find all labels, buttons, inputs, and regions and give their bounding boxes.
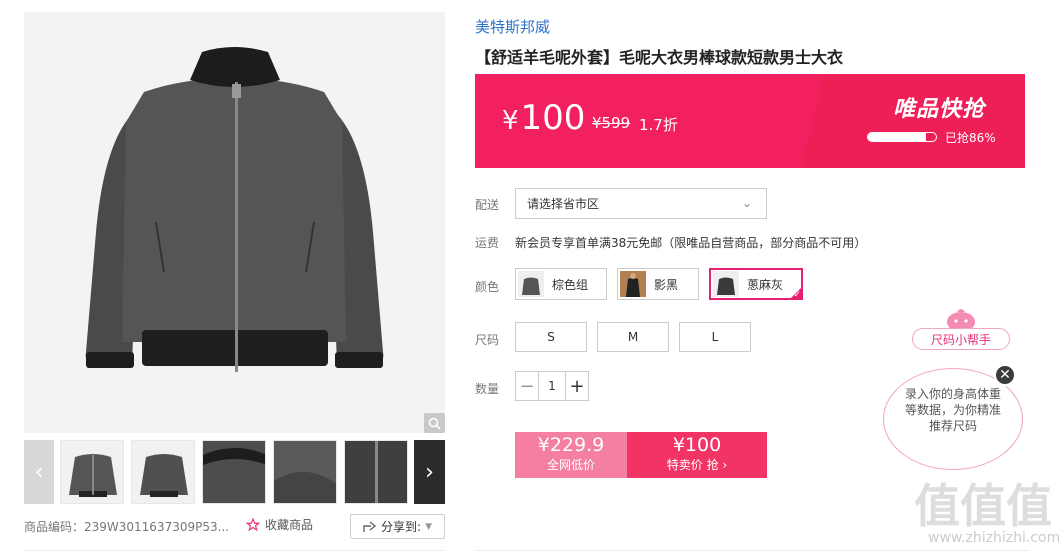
market-price: ¥229.9 [537, 434, 605, 456]
color-option-gray-selected[interactable]: 蔥麻灰 ✓ [709, 268, 803, 300]
quantity-stepper: − 1 + [515, 371, 589, 401]
product-sku: 商品编码：239W3011637309P53... [24, 520, 230, 534]
current-price: ¥100 [502, 98, 586, 138]
size-option-s[interactable]: S [515, 322, 587, 352]
color-label: 颜色 [475, 280, 500, 294]
delivery-label: 配送 [475, 198, 500, 212]
color-option-label: 影黑 [654, 277, 679, 292]
share-icon [363, 520, 377, 532]
market-price-label: 全网低价 [546, 458, 595, 472]
color-option-black[interactable]: 影黑 [617, 268, 699, 300]
shipping-info: 新会员专享首单满38元免邮（限唯品自营商品，部分商品不可用） [515, 236, 867, 250]
price-banner: ¥100 ¥599 1.7折 唯品快抢 已抢86% [475, 74, 1025, 168]
color-option-label: 蔥麻灰 [747, 277, 784, 292]
product-title: 【舒适羊毛呢外套】毛呢大衣男棒球款短款男士大衣 [475, 48, 844, 67]
special-price: ¥100 [672, 434, 722, 456]
buy-special-price-button[interactable]: ¥100 特卖价 抢 › [627, 432, 767, 478]
quantity-plus-button[interactable]: + [566, 372, 588, 400]
thumbnail-4[interactable] [273, 440, 337, 504]
divider [475, 550, 1030, 551]
size-helper-text: 录入你的身高体重等数据，为你精准推荐尺码 [905, 387, 1002, 433]
size-helper-tag[interactable]: 尺码小帮手 [912, 328, 1010, 350]
chevron-down-icon: ⌄ [741, 196, 752, 210]
quantity-input[interactable]: 1 [538, 372, 566, 400]
region-placeholder: 请选择省市区 [527, 197, 600, 211]
color-option-label: 棕色组 [552, 277, 589, 292]
thumbnail-1[interactable] [60, 440, 124, 504]
divider [24, 550, 445, 551]
size-label: 尺码 [475, 333, 500, 347]
flash-sale-title: 唯品快抢 [893, 97, 986, 122]
sold-progress-bar [867, 132, 937, 142]
color-swatch [518, 271, 544, 297]
sold-percent: 已抢86% [945, 131, 996, 145]
star-icon [246, 517, 260, 531]
color-swatch [713, 271, 739, 297]
jacket-illustration [85, 47, 384, 372]
brand-link[interactable]: 美特斯邦威 [475, 16, 550, 37]
thumbnail-2[interactable] [131, 440, 195, 504]
thumbnail-3[interactable] [202, 440, 266, 504]
watermark-url: www.zhizhizhi.com [928, 530, 1061, 546]
market-price-button[interactable]: ¥229.9 全网低价 [515, 432, 627, 478]
product-main-image[interactable] [24, 12, 445, 433]
favorite-button[interactable]: 收藏商品 [246, 516, 313, 533]
check-icon: ✓ [793, 290, 801, 300]
close-icon[interactable]: ✕ [994, 364, 1016, 386]
special-price-label: 特卖价 抢 › [666, 458, 728, 472]
shipping-label: 运费 [475, 236, 500, 250]
region-select[interactable]: 请选择省市区 ⌄ [515, 188, 767, 219]
zoom-icon[interactable] [424, 413, 445, 433]
thumbnail-next-button[interactable]: › [414, 440, 445, 504]
share-label: 分享到: [381, 520, 422, 534]
thumbnail-prev-button[interactable]: ‹ [24, 440, 54, 504]
chevron-right-icon: › [425, 459, 434, 485]
sold-progress-fill [868, 133, 927, 141]
size-option-l[interactable]: L [679, 322, 751, 352]
favorite-label: 收藏商品 [265, 518, 314, 532]
color-swatch [620, 271, 646, 297]
size-option-m[interactable]: M [597, 322, 669, 352]
watermark-logo: 值值值 [914, 479, 1052, 533]
color-option-brown[interactable]: 棕色组 [515, 268, 607, 300]
quantity-minus-button[interactable]: − [516, 372, 538, 400]
share-button[interactable]: 分享到: ▼ [350, 514, 445, 539]
caret-down-icon: ▼ [425, 521, 432, 532]
quantity-label: 数量 [475, 382, 500, 396]
original-price: ¥599 [592, 114, 631, 132]
thumbnail-5[interactable] [344, 440, 408, 504]
chevron-left-icon: ‹ [34, 459, 44, 485]
discount-badge: 1.7折 [639, 116, 678, 134]
